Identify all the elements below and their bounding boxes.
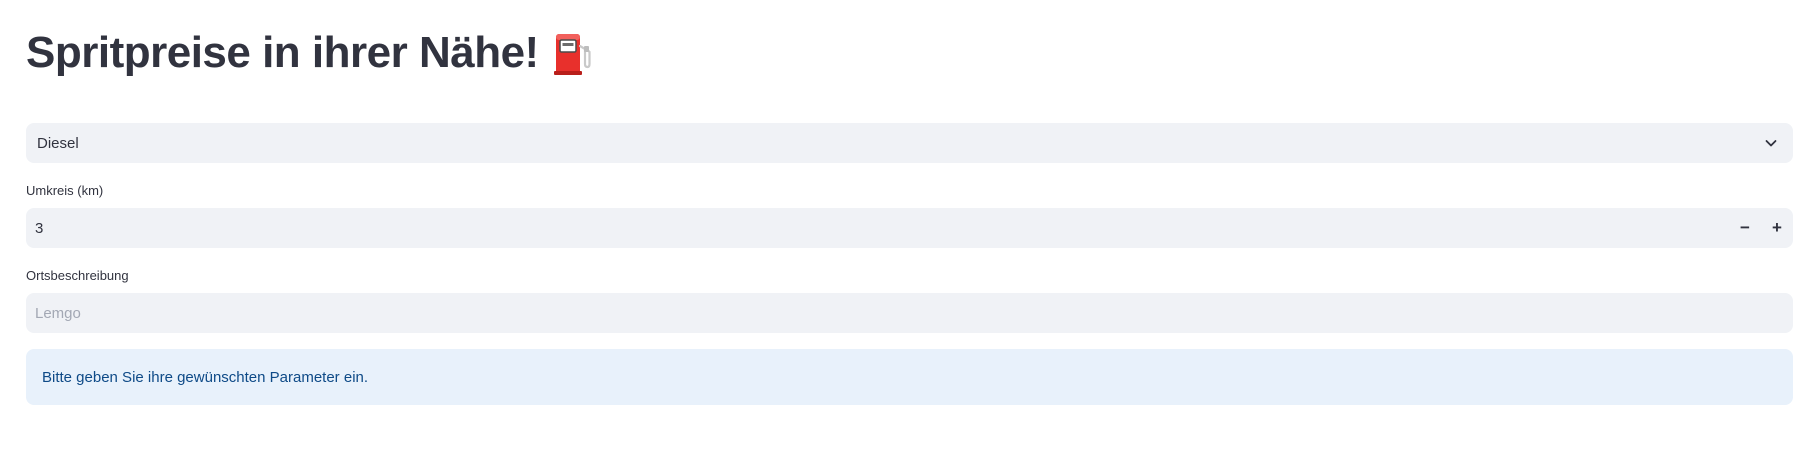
fuel-type-select[interactable]: Diesel xyxy=(26,123,1793,163)
app-page: Spritpreise in ihrer Nähe! Diesel Umkrei… xyxy=(0,0,1819,455)
location-text-field xyxy=(26,293,1793,333)
location-label: Ortsbeschreibung xyxy=(26,268,129,283)
fuel-type-selected-value: Diesel xyxy=(37,134,79,152)
chevron-down-icon xyxy=(1765,140,1777,147)
info-message: Bitte geben Sie ihre gewünschten Paramet… xyxy=(42,368,369,386)
page-title: Spritpreise in ihrer Nähe! xyxy=(26,28,539,77)
info-alert: Bitte geben Sie ihre gewünschten Paramet… xyxy=(26,349,1793,405)
radius-label: Umkreis (km) xyxy=(26,183,104,198)
radius-number-field: − + xyxy=(26,208,1793,248)
title-row: Spritpreise in ihrer Nähe! xyxy=(26,22,591,84)
fuel-pump-icon xyxy=(553,30,591,76)
decrement-button[interactable]: − xyxy=(1729,208,1761,248)
location-input[interactable] xyxy=(35,304,1793,322)
radius-input[interactable] xyxy=(35,219,1729,237)
increment-button[interactable]: + xyxy=(1761,208,1793,248)
